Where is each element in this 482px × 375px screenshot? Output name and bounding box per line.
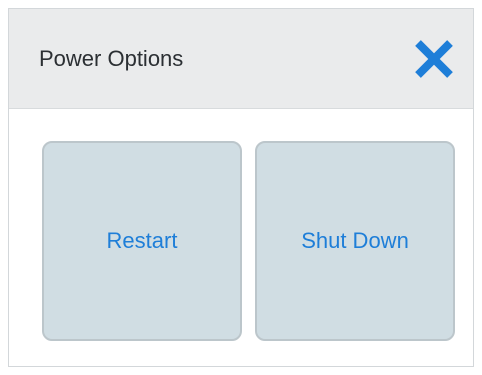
close-icon xyxy=(415,40,453,78)
dialog-header: Power Options xyxy=(9,9,473,109)
dialog-body: Restart Shut Down xyxy=(9,109,473,366)
power-options-dialog: Power Options Restart Shut Down xyxy=(8,8,474,367)
restart-label: Restart xyxy=(106,228,178,253)
shut-down-label: Shut Down xyxy=(301,228,409,253)
dialog-title: Power Options xyxy=(39,46,184,71)
restart-button[interactable]: Restart xyxy=(42,141,242,341)
close-button[interactable] xyxy=(409,34,459,84)
shut-down-button[interactable]: Shut Down xyxy=(255,141,455,341)
